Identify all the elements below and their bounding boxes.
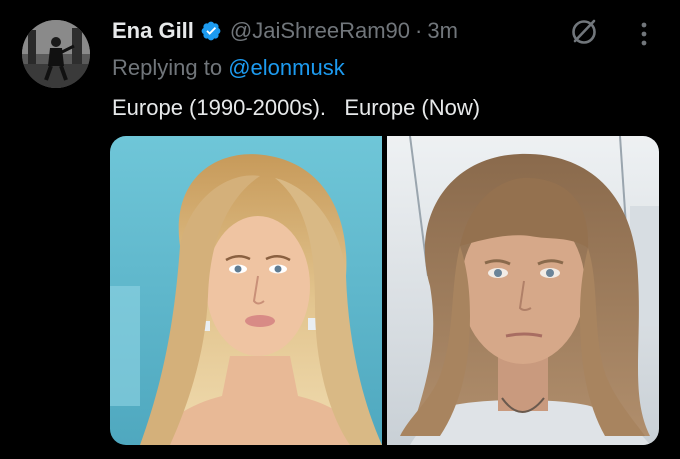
avatar-image	[22, 20, 90, 88]
timestamp[interactable]: 3m	[427, 16, 458, 46]
reply-prefix: Replying to	[112, 55, 223, 80]
tweet-header: Ena Gill @JaiShreeRam90 · 3m	[112, 16, 458, 46]
reply-context: Replying to @elonmusk	[112, 53, 345, 83]
tweet-text: Europe (1990-2000s). Europe (Now)	[112, 95, 481, 120]
separator-dot: ·	[415, 18, 423, 43]
media-grid[interactable]	[110, 136, 659, 445]
display-name[interactable]: Ena Gill	[112, 16, 194, 46]
more-options-icon[interactable]	[634, 18, 654, 50]
grok-icon[interactable]	[566, 14, 602, 50]
avatar[interactable]	[22, 20, 90, 88]
photo-left[interactable]	[110, 136, 382, 445]
user-handle[interactable]: @JaiShreeRam90	[230, 16, 410, 46]
photo-right[interactable]	[387, 136, 659, 445]
reply-mention-link[interactable]: @elonmusk	[228, 55, 345, 80]
verified-badge-icon	[200, 20, 222, 42]
